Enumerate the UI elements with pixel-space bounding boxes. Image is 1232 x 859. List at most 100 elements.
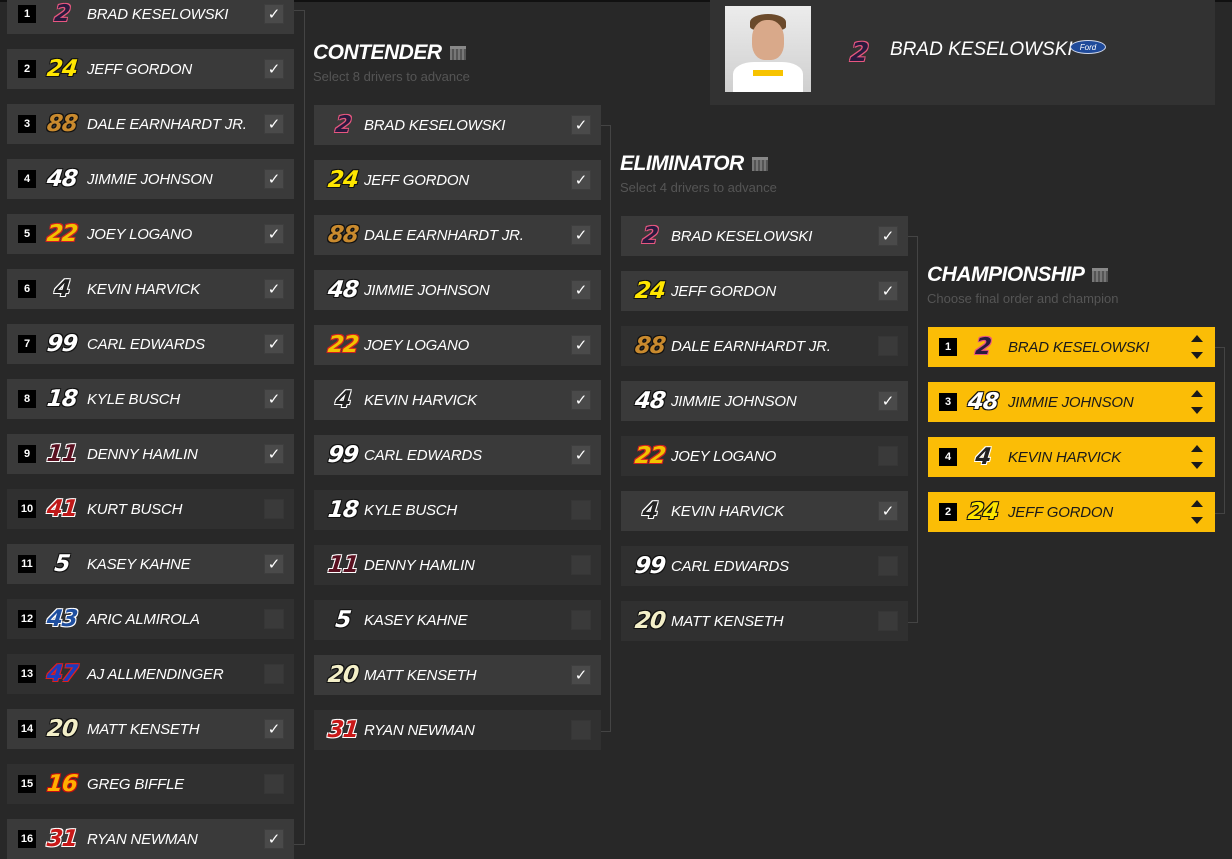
unchecked-checkbox[interactable] <box>571 500 591 520</box>
round1-driver-row[interactable]: 11 5 KASEY KAHNE ✓ <box>7 544 294 584</box>
round1-driver-row[interactable]: 5 22 JOEY LOGANO ✓ <box>7 214 294 254</box>
round1-driver-row[interactable]: 8 18 KYLE BUSCH ✓ <box>7 379 294 419</box>
driver-name: DALE EARNHARDT JR. <box>671 337 831 355</box>
checked-checkbox[interactable]: ✓ <box>264 554 284 574</box>
eliminator-driver-row[interactable]: 4 KEVIN HARVICK ✓ <box>621 491 908 531</box>
checked-checkbox[interactable]: ✓ <box>571 390 591 410</box>
checked-checkbox[interactable]: ✓ <box>571 280 591 300</box>
car-number: 2 <box>641 223 659 249</box>
checked-checkbox[interactable]: ✓ <box>264 829 284 849</box>
reorder-arrows-icon[interactable] <box>1191 335 1203 359</box>
contender-driver-row[interactable]: 24 JEFF GORDON ✓ <box>314 160 601 200</box>
round1-driver-row[interactable]: 7 99 CARL EDWARDS ✓ <box>7 324 294 364</box>
round1-driver-row[interactable]: 10 41 KURT BUSCH <box>7 489 294 529</box>
reorder-arrows-icon[interactable] <box>1191 500 1203 524</box>
round1-driver-row[interactable]: 14 20 MATT KENSETH ✓ <box>7 709 294 749</box>
driver-name: JOEY LOGANO <box>671 447 777 465</box>
calendar-icon[interactable] <box>449 46 466 60</box>
checked-checkbox[interactable]: ✓ <box>264 169 284 189</box>
unchecked-checkbox[interactable] <box>571 555 591 575</box>
contender-driver-row[interactable]: 22 JOEY LOGANO ✓ <box>314 325 601 365</box>
eliminator-driver-row[interactable]: 20 MATT KENSETH <box>621 601 908 641</box>
unchecked-checkbox[interactable] <box>264 664 284 684</box>
checked-checkbox[interactable]: ✓ <box>264 224 284 244</box>
checked-checkbox[interactable]: ✓ <box>264 389 284 409</box>
round1-driver-row[interactable]: 4 48 JIMMIE JOHNSON ✓ <box>7 159 294 199</box>
championship-driver-row[interactable]: 3 48 JIMMIE JOHNSON <box>928 382 1215 422</box>
checkmark-icon: ✓ <box>267 115 281 133</box>
checked-checkbox[interactable]: ✓ <box>264 444 284 464</box>
checked-checkbox[interactable]: ✓ <box>264 279 284 299</box>
round1-driver-row[interactable]: 2 24 JEFF GORDON ✓ <box>7 49 294 89</box>
contender-driver-row[interactable]: 11 DENNY HAMLIN <box>314 545 601 585</box>
contender-driver-row[interactable]: 4 KEVIN HARVICK ✓ <box>314 380 601 420</box>
round1-driver-row[interactable]: 1 2 BRAD KESELOWSKI ✓ <box>7 0 294 34</box>
calendar-icon[interactable] <box>1092 268 1109 282</box>
checkmark-icon: ✓ <box>574 336 588 354</box>
eliminator-driver-row[interactable]: 88 DALE EARNHARDT JR. <box>621 326 908 366</box>
checked-checkbox[interactable]: ✓ <box>264 719 284 739</box>
driver-name: CARL EDWARDS <box>87 335 205 353</box>
unchecked-checkbox[interactable] <box>264 609 284 629</box>
reorder-arrows-icon[interactable] <box>1191 390 1203 414</box>
checked-checkbox[interactable]: ✓ <box>571 335 591 355</box>
round1-driver-row[interactable]: 16 31 RYAN NEWMAN ✓ <box>7 819 294 859</box>
championship-driver-row[interactable]: 4 4 KEVIN HARVICK <box>928 437 1215 477</box>
contender-driver-row[interactable]: 18 KYLE BUSCH <box>314 490 601 530</box>
driver-name: ARIC ALMIROLA <box>87 610 200 628</box>
unchecked-checkbox[interactable] <box>878 336 898 356</box>
checkmark-icon: ✓ <box>574 171 588 189</box>
car-number: 4 <box>53 276 71 302</box>
unchecked-checkbox[interactable] <box>878 446 898 466</box>
round1-driver-row[interactable]: 6 4 KEVIN HARVICK ✓ <box>7 269 294 309</box>
seed-badge: 4 <box>939 448 957 466</box>
checkmark-icon: ✓ <box>881 502 895 520</box>
round1-driver-row[interactable]: 3 88 DALE EARNHARDT JR. ✓ <box>7 104 294 144</box>
checkmark-icon: ✓ <box>574 281 588 299</box>
unchecked-checkbox[interactable] <box>878 556 898 576</box>
checkmark-icon: ✓ <box>267 555 281 573</box>
car-number: 16 <box>45 771 79 797</box>
contender-driver-row[interactable]: 2 BRAD KESELOWSKI ✓ <box>314 105 601 145</box>
championship-driver-row[interactable]: 2 24 JEFF GORDON <box>928 492 1215 532</box>
checked-checkbox[interactable]: ✓ <box>571 170 591 190</box>
checkmark-icon: ✓ <box>881 227 895 245</box>
checked-checkbox[interactable]: ✓ <box>571 225 591 245</box>
checked-checkbox[interactable]: ✓ <box>571 115 591 135</box>
unchecked-checkbox[interactable] <box>878 611 898 631</box>
checked-checkbox[interactable]: ✓ <box>878 391 898 411</box>
eliminator-driver-row[interactable]: 2 BRAD KESELOWSKI ✓ <box>621 216 908 256</box>
round1-driver-row[interactable]: 15 16 GREG BIFFLE <box>7 764 294 804</box>
checked-checkbox[interactable]: ✓ <box>264 114 284 134</box>
checked-checkbox[interactable]: ✓ <box>571 445 591 465</box>
unchecked-checkbox[interactable] <box>571 720 591 740</box>
checked-checkbox[interactable]: ✓ <box>878 226 898 246</box>
checked-checkbox[interactable]: ✓ <box>264 59 284 79</box>
reorder-arrows-icon[interactable] <box>1191 445 1203 469</box>
contender-driver-row[interactable]: 5 KASEY KAHNE <box>314 600 601 640</box>
contender-driver-row[interactable]: 88 DALE EARNHARDT JR. ✓ <box>314 215 601 255</box>
championship-driver-row[interactable]: 1 2 BRAD KESELOWSKI <box>928 327 1215 367</box>
round1-driver-row[interactable]: 9 11 DENNY HAMLIN ✓ <box>7 434 294 474</box>
checked-checkbox[interactable]: ✓ <box>571 665 591 685</box>
unchecked-checkbox[interactable] <box>264 499 284 519</box>
car-number: 2 <box>334 112 352 138</box>
unchecked-checkbox[interactable] <box>571 610 591 630</box>
checked-checkbox[interactable]: ✓ <box>878 281 898 301</box>
seed-badge: 10 <box>18 500 36 518</box>
contender-driver-row[interactable]: 20 MATT KENSETH ✓ <box>314 655 601 695</box>
contender-driver-row[interactable]: 31 RYAN NEWMAN <box>314 710 601 750</box>
contender-driver-row[interactable]: 48 JIMMIE JOHNSON ✓ <box>314 270 601 310</box>
eliminator-driver-row[interactable]: 22 JOEY LOGANO <box>621 436 908 476</box>
contender-driver-row[interactable]: 99 CARL EDWARDS ✓ <box>314 435 601 475</box>
checked-checkbox[interactable]: ✓ <box>264 334 284 354</box>
eliminator-driver-row[interactable]: 99 CARL EDWARDS <box>621 546 908 586</box>
calendar-icon[interactable] <box>751 157 768 171</box>
eliminator-driver-row[interactable]: 24 JEFF GORDON ✓ <box>621 271 908 311</box>
round1-driver-row[interactable]: 13 47 AJ ALLMENDINGER <box>7 654 294 694</box>
round1-driver-row[interactable]: 12 43 ARIC ALMIROLA <box>7 599 294 639</box>
checked-checkbox[interactable]: ✓ <box>878 501 898 521</box>
unchecked-checkbox[interactable] <box>264 774 284 794</box>
checked-checkbox[interactable]: ✓ <box>264 4 284 24</box>
eliminator-driver-row[interactable]: 48 JIMMIE JOHNSON ✓ <box>621 381 908 421</box>
